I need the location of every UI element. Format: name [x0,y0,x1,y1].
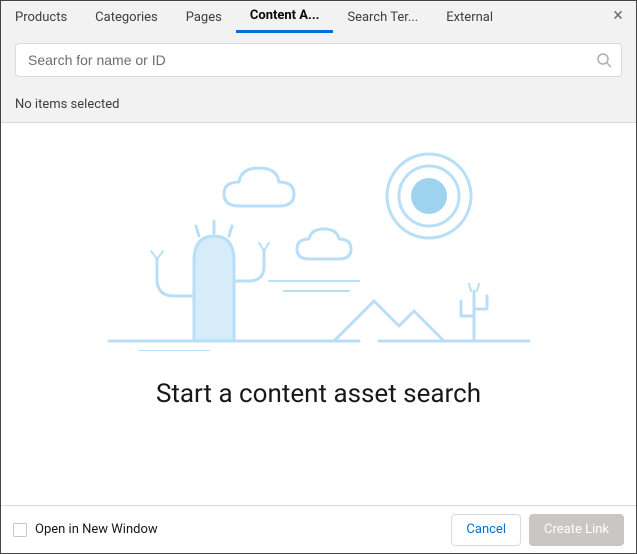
dialog-footer: Open in New Window Cancel Create Link [1,505,636,553]
tabs-row: Products Categories Pages Content A... S… [1,1,636,33]
tab-products[interactable]: Products [1,1,81,33]
tab-search-terms[interactable]: Search Ter... [333,1,432,33]
selection-status: No items selected [1,91,636,122]
link-picker-dialog: Products Categories Pages Content A... S… [0,0,637,554]
create-link-button[interactable]: Create Link [529,514,624,546]
cancel-button[interactable]: Cancel [451,514,521,546]
tab-categories[interactable]: Categories [81,1,172,33]
close-button[interactable]: × [608,5,628,25]
search-icon [596,52,612,68]
search-box [15,43,622,77]
dialog-header: Products Categories Pages Content A... S… [1,1,636,123]
tab-external[interactable]: External [432,1,507,33]
search-input[interactable] [15,43,622,77]
tab-pages[interactable]: Pages [172,1,236,33]
open-new-window-checkbox[interactable]: Open in New Window [13,522,158,537]
checkbox-label: Open in New Window [35,522,158,537]
search-wrap [1,33,636,91]
checkbox-box [13,523,27,537]
tab-content-assets[interactable]: Content A... [236,1,334,33]
empty-state-heading: Start a content asset search [156,379,481,409]
desert-illustration [99,141,539,351]
empty-state: Start a content asset search [1,123,636,505]
